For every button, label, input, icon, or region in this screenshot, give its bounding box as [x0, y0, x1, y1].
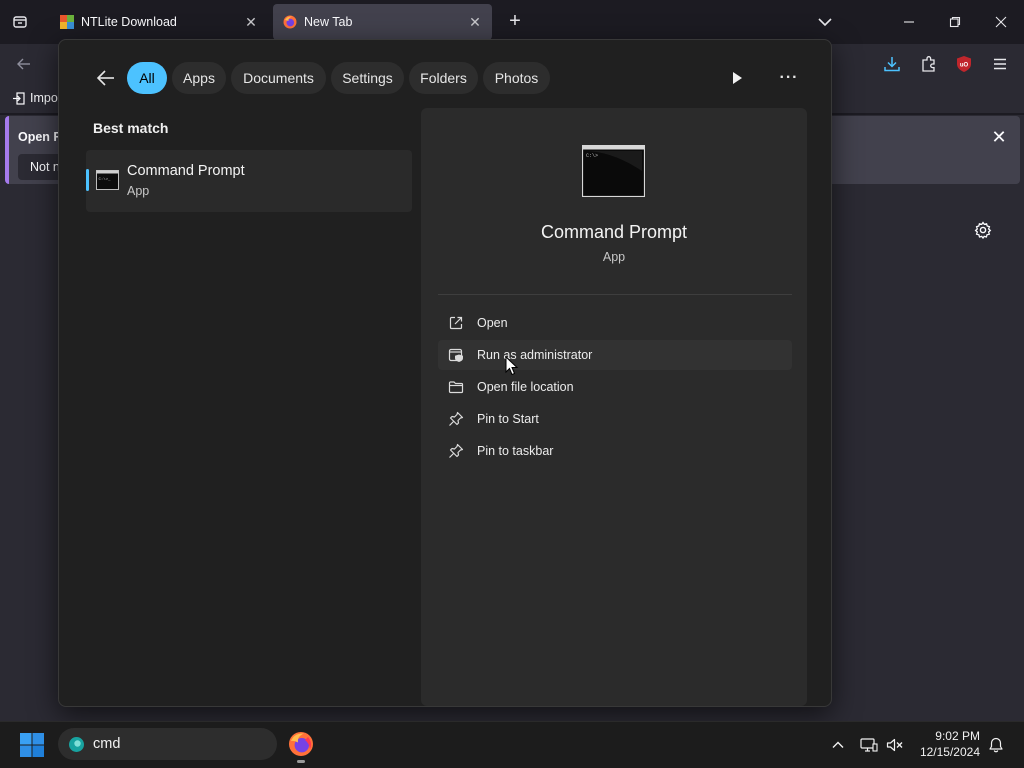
ublock-origin-icon[interactable]: uO — [952, 52, 976, 76]
network-display-icon[interactable] — [859, 735, 879, 755]
action-pin-to-taskbar[interactable]: Pin to taskbar — [438, 436, 792, 466]
close-window-icon[interactable] — [989, 10, 1013, 34]
taskbar-search-box[interactable] — [58, 728, 277, 760]
preview-app-type: App — [602, 250, 626, 264]
action-label: Open — [477, 316, 508, 330]
new-tab-plus-icon[interactable]: + — [503, 10, 527, 34]
tab-title: New Tab — [304, 15, 353, 29]
filter-all[interactable]: All — [127, 62, 167, 94]
action-label: Run as administrator — [477, 348, 593, 362]
restore-icon[interactable] — [943, 10, 967, 34]
more-options-icon[interactable]: ··· — [777, 66, 801, 90]
mouse-cursor-icon — [505, 355, 519, 376]
gear-icon[interactable] — [972, 219, 994, 241]
divider — [438, 294, 792, 295]
folder-icon — [447, 378, 465, 396]
hamburger-menu-icon[interactable] — [988, 52, 1012, 76]
close-icon[interactable]: ✕ — [988, 126, 1010, 148]
tab-title: NTLite Download — [81, 15, 177, 29]
downloads-icon[interactable] — [880, 52, 904, 76]
best-match-result[interactable] — [86, 150, 412, 212]
best-match-subtitle: App — [127, 184, 150, 198]
action-open[interactable]: Open — [438, 308, 792, 338]
close-tab-icon[interactable]: ✕ — [244, 14, 258, 30]
pin-icon — [447, 442, 465, 460]
notification-title: Open F — [18, 130, 62, 144]
filter-photos[interactable]: Photos — [483, 62, 550, 94]
filter-settings[interactable]: Settings — [331, 62, 404, 94]
action-label: Pin to Start — [477, 412, 539, 426]
tab-list-icon[interactable] — [8, 10, 32, 34]
selection-indicator — [86, 169, 89, 191]
open-external-icon — [447, 314, 465, 332]
ntlite-favicon-icon — [60, 15, 74, 29]
clock-time[interactable]: 9:02 PM — [912, 729, 980, 743]
action-run-as-administrator[interactable]: Run as administrator — [438, 340, 792, 370]
import-icon — [13, 91, 25, 105]
speaker-muted-icon[interactable] — [885, 735, 905, 755]
shield-window-icon — [447, 346, 465, 364]
browser-tab-ntlite[interactable]: NTLite Download ✕ — [50, 4, 268, 40]
windows-start-icon[interactable] — [19, 732, 45, 758]
minimize-icon[interactable] — [897, 10, 921, 34]
svg-text:C:\>: C:\> — [586, 153, 598, 159]
svg-text:C:\>_: C:\>_ — [99, 177, 112, 182]
svg-text:uO: uO — [960, 63, 969, 69]
pin-icon — [447, 410, 465, 428]
action-label: Open file location — [477, 380, 574, 394]
filter-documents[interactable]: Documents — [231, 62, 326, 94]
back-arrow-icon[interactable] — [12, 52, 36, 76]
play-icon[interactable] — [725, 66, 749, 90]
search-icon — [68, 736, 85, 753]
command-prompt-icon: C:\>_ — [96, 170, 119, 190]
action-pin-to-start[interactable]: Pin to Start — [438, 404, 792, 434]
import-bookmarks-label: Impo — [30, 91, 58, 105]
preview-app-title: Command Prompt — [540, 222, 688, 242]
extensions-puzzle-icon[interactable] — [917, 52, 941, 76]
clock-date[interactable]: 12/15/2024 — [912, 745, 980, 759]
best-match-title: Command Prompt — [127, 163, 245, 179]
app-running-indicator — [297, 760, 305, 763]
import-bookmarks-button[interactable]: Impo — [12, 91, 58, 105]
browser-tab-new-tab[interactable]: New Tab ✕ — [273, 4, 492, 40]
firefox-favicon-icon — [283, 15, 297, 29]
best-match-heading: Best match — [93, 120, 169, 136]
action-open-file-location[interactable]: Open file location — [438, 372, 792, 402]
chevron-up-icon[interactable] — [828, 735, 848, 755]
chevron-down-icon[interactable] — [814, 12, 836, 32]
firefox-icon[interactable] — [288, 731, 314, 757]
filter-apps[interactable]: Apps — [172, 62, 226, 94]
notification-bell-icon[interactable] — [986, 735, 1006, 755]
close-tab-icon[interactable]: ✕ — [468, 14, 482, 30]
back-arrow-icon[interactable] — [93, 65, 119, 91]
action-label: Pin to taskbar — [477, 444, 554, 458]
taskbar-search-query[interactable]: cmd — [93, 736, 120, 752]
filter-folders[interactable]: Folders — [409, 62, 478, 94]
command-prompt-large-icon: C:\> — [581, 144, 646, 198]
